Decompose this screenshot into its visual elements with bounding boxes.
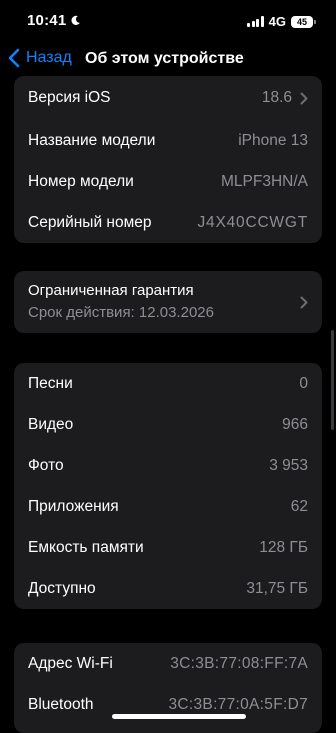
warranty-title: Ограниченная гарантия (28, 282, 194, 299)
row-label: Название модели (28, 131, 156, 149)
status-bar: 10:41 4G 45 (0, 0, 336, 40)
chevron-right-icon (300, 92, 308, 104)
row-applications: Приложения 62 (14, 486, 322, 527)
row-label: Bluetooth (28, 695, 94, 713)
warranty-group: Ограниченная гарантия Срок действия: 12.… (14, 271, 322, 333)
row-value: 3 953 (269, 456, 308, 474)
network-group: Адрес Wi-Fi 3C:3B:77:08:FF:7A Bluetooth … (14, 643, 322, 733)
row-label: Емкость памяти (28, 538, 144, 556)
row-value: 3C:3B:77:08:FF:7A (170, 654, 308, 672)
chevron-left-icon (8, 48, 20, 68)
row-label: Приложения (28, 497, 119, 515)
battery-icon: 45 (291, 15, 316, 28)
navigation-bar: Назад Об этом устройстве (0, 44, 336, 76)
page-title: Об этом устройстве (85, 50, 244, 67)
status-indicators: 4G 45 (247, 14, 316, 29)
row-model-name: Название модели iPhone 13 (14, 120, 322, 161)
row-value: MLPF3HN/A (221, 172, 308, 190)
warranty-text: Ограниченная гарантия Срок действия: 12.… (28, 280, 214, 324)
row-songs: Песни 0 (14, 363, 322, 404)
row-label: Серийный номер (28, 213, 152, 231)
row-serial-number: Серийный номер J4X40CCWGT (14, 202, 322, 243)
row-value: 128 ГБ (259, 538, 308, 556)
row-available: Доступно 31,75 ГБ (14, 568, 322, 609)
chevron-right-icon (300, 296, 308, 308)
ios-version-value: 18.6 (261, 89, 292, 106)
row-label: Доступно (28, 579, 96, 597)
device-info-group: Версия iOS 18.6 Название модели iPhone 1… (14, 76, 322, 243)
status-time-text: 10:41 (27, 12, 67, 29)
row-label: Видео (28, 415, 74, 433)
row-value: 31,75 ГБ (246, 579, 308, 597)
row-photos: Фото 3 953 (14, 445, 322, 486)
back-button-label: Назад (26, 49, 72, 66)
moon-icon (71, 15, 81, 25)
cellular-signal-icon (247, 16, 264, 27)
scroll-indicator[interactable] (331, 330, 334, 430)
row-value: 0 (299, 374, 308, 392)
row-videos: Видео 966 (14, 404, 322, 445)
row-label: Адрес Wi-Fi (28, 654, 113, 672)
row-value: J4X40CCWGT (197, 213, 308, 231)
row-label: Версия iOS (28, 89, 111, 106)
row-model-number[interactable]: Номер модели MLPF3HN/A (14, 161, 322, 202)
row-value: 18.6 (262, 89, 308, 107)
row-capacity: Емкость памяти 128 ГБ (14, 527, 322, 568)
row-ios-version[interactable]: Версия iOS 18.6 (14, 76, 322, 120)
row-label: Фото (28, 456, 64, 474)
row-value: 62 (290, 497, 308, 515)
row-value: 3C:3B:77:0A:5F:D7 (168, 695, 308, 713)
row-label: Номер модели (28, 172, 134, 190)
storage-group: Песни 0 Видео 966 Фото 3 953 Приложения … (14, 363, 322, 609)
row-value: iPhone 13 (238, 131, 308, 149)
network-type: 4G (268, 14, 286, 29)
warranty-expiry: Срок действия: 12.03.2026 (28, 304, 214, 321)
home-indicator[interactable] (112, 714, 246, 719)
row-wifi-address: Адрес Wi-Fi 3C:3B:77:08:FF:7A (14, 643, 322, 684)
row-label: Песни (28, 374, 73, 392)
back-button[interactable]: Назад (8, 48, 72, 68)
status-time: 10:41 (27, 12, 81, 29)
limited-warranty-row[interactable]: Ограниченная гарантия Срок действия: 12.… (14, 271, 322, 333)
battery-level: 45 (296, 16, 307, 27)
row-value: 966 (282, 415, 308, 433)
